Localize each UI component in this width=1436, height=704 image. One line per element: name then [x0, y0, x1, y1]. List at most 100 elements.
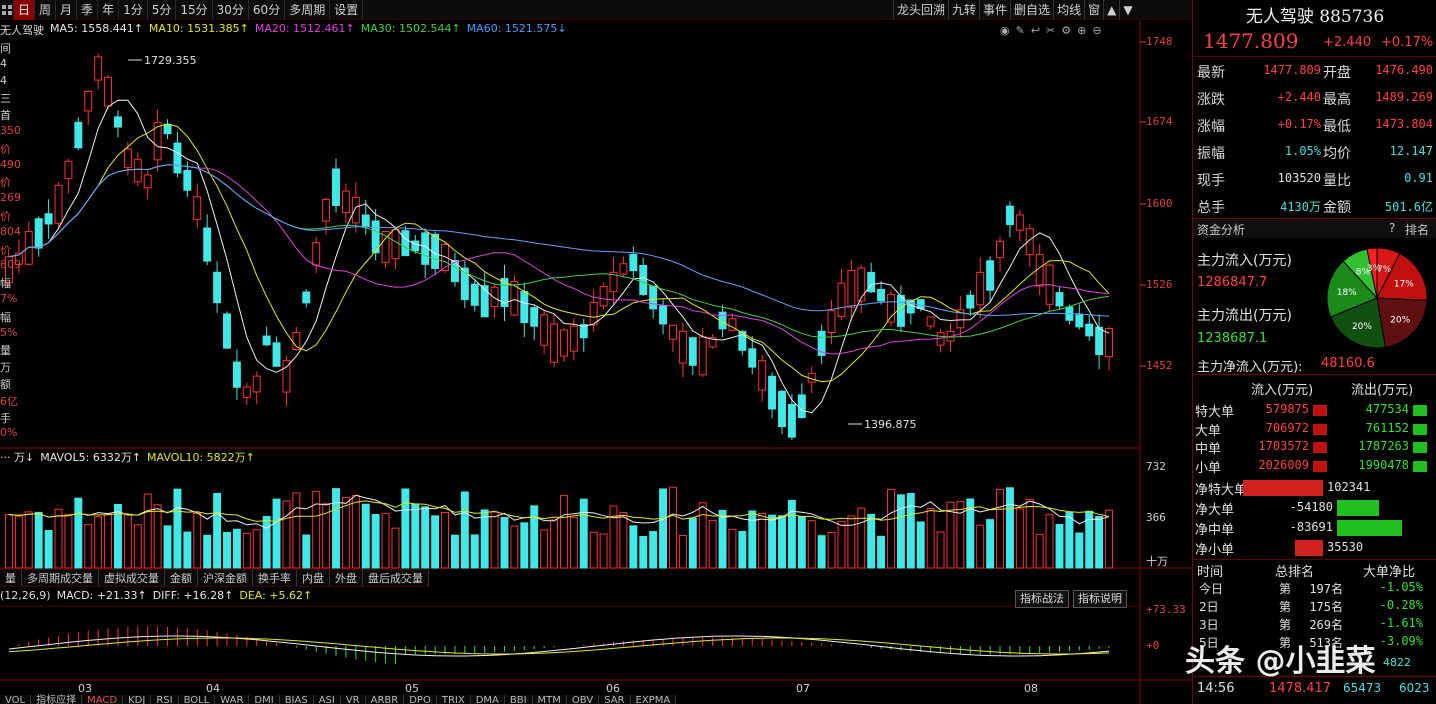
flow-in: 1703572: [1258, 439, 1309, 453]
net-flow-row: 净中单 -83691: [1193, 519, 1436, 538]
net-bar: [1295, 540, 1323, 556]
vol-legend: ··· 万↓ MAVOL5: 6332万↑ MAVOL10: 5822万↑: [0, 449, 255, 465]
volume-subtab[interactable]: 沪深金额: [198, 570, 253, 586]
period-tab[interactable]: 设置: [330, 0, 364, 20]
indicator-tab[interactable]: DMI: [249, 695, 280, 704]
stat-label: 最低: [1323, 119, 1351, 135]
rank-link[interactable]: 排名: [1405, 221, 1429, 238]
toolbar-right-button[interactable]: 事件: [979, 0, 1010, 20]
candle-body: [530, 307, 539, 327]
indicator-tab[interactable]: VOL: [0, 695, 32, 704]
period-tab[interactable]: 年: [98, 0, 120, 20]
period-tab[interactable]: 日: [14, 0, 36, 20]
candle-body: [916, 299, 925, 310]
toolbar-right-button[interactable]: 龙头回溯: [893, 0, 948, 20]
indicator-strategy-button[interactable]: 指标战法: [1015, 590, 1069, 608]
eye-icon[interactable]: ◉: [1000, 24, 1010, 37]
indicator-tab[interactable]: WAR: [215, 695, 250, 704]
left-strip-item: 幅: [0, 310, 11, 324]
volume-subtab[interactable]: 盘后成交量: [363, 570, 429, 586]
toolbar-right-button[interactable]: 窗: [1084, 0, 1103, 20]
rank-net: -1.61%: [1379, 616, 1423, 630]
period-tab[interactable]: 季: [77, 0, 99, 20]
ma-name: 无人驾驶: [0, 24, 44, 37]
volume-subtab[interactable]: 多周期成交量: [22, 570, 99, 586]
period-tab[interactable]: 60分: [249, 0, 286, 20]
tools-icon[interactable]: ✎: [1016, 24, 1025, 37]
period-tab[interactable]: 5分: [148, 0, 177, 20]
volume-bar: [589, 531, 598, 569]
vol-prefix: ··· 万↓: [0, 451, 35, 464]
candle-body: [520, 291, 529, 324]
period-tab[interactable]: 30分: [213, 0, 249, 20]
volume-bar: [24, 511, 33, 569]
return-icon[interactable]: ↩: [1031, 24, 1040, 37]
candle-body: [223, 313, 231, 349]
indicator-tab[interactable]: BOLL: [179, 695, 216, 704]
zoom-out-icon[interactable]: ⊖: [1092, 24, 1101, 37]
volume-subtab[interactable]: 换手率: [253, 570, 297, 586]
volume-bar: [906, 492, 915, 569]
toolbar-right-button[interactable]: 均线: [1053, 0, 1084, 20]
indicator-tab[interactable]: TRIX: [437, 695, 471, 704]
toolbar-right-button[interactable]: 删自选: [1010, 0, 1053, 20]
rank-position: 269名: [1309, 618, 1343, 632]
volume-bar: [896, 494, 905, 569]
period-tab[interactable]: 周: [35, 0, 57, 20]
candle-body: [361, 214, 370, 227]
candle-body: [966, 294, 975, 309]
indicator-help-button[interactable]: 指标说明: [1073, 590, 1127, 608]
net-label: 主力净流入(万元):: [1197, 360, 1303, 375]
scissors-icon[interactable]: ✂: [1046, 24, 1055, 37]
candle-body: [1055, 292, 1064, 307]
indicator-tab[interactable]: MTM: [533, 695, 567, 704]
main-in-label: 主力流入(万元): [1197, 253, 1292, 269]
net-value: 48160.6: [1321, 356, 1375, 371]
indicator-tab[interactable]: KDJ: [123, 695, 152, 704]
left-strip-item: 6亿: [0, 394, 18, 408]
grid-icon[interactable]: [0, 0, 14, 20]
ma60-label: MA60: 1521.575↓: [466, 22, 567, 35]
indicator-tab[interactable]: DMA: [471, 695, 505, 704]
indicator-tab[interactable]: 指标应择: [31, 695, 83, 704]
candle-body: [896, 294, 905, 327]
volume-subtab[interactable]: 金额: [165, 570, 198, 586]
indicator-tab[interactable]: ASI: [314, 695, 341, 704]
period-tab[interactable]: 1分: [119, 0, 148, 20]
volume-bar: [887, 489, 895, 569]
indicator-tab[interactable]: SAR: [599, 695, 631, 704]
help-icon[interactable]: ?: [1389, 221, 1395, 235]
volume-subtab[interactable]: 内盘: [297, 570, 330, 586]
rank-row: 今日 第 197名 -1.05%: [1193, 580, 1436, 598]
volume-subtab[interactable]: 量: [0, 570, 22, 586]
volume-bar: [936, 531, 945, 569]
indicator-tab[interactable]: BIAS: [280, 695, 314, 704]
ma-legend: 无人驾驶 MA5: 1558.441↑ MA10: 1531.385↑ MA20…: [0, 22, 567, 38]
scroll-down-icon[interactable]: ▼: [1119, 0, 1135, 20]
settings-icon[interactable]: ⚙: [1061, 24, 1071, 37]
indicator-tab[interactable]: DPO: [404, 695, 437, 704]
period-tab[interactable]: 月: [56, 0, 78, 20]
indicator-tab[interactable]: OBV: [567, 695, 600, 704]
indicator-tab[interactable]: VR: [341, 695, 366, 704]
volume-bar: [847, 515, 856, 569]
toolbar-right-button[interactable]: 九转: [948, 0, 979, 20]
volume-bar: [926, 508, 935, 569]
volume-subtab[interactable]: 外盘: [330, 570, 363, 586]
indicator-tab[interactable]: BBI: [505, 695, 533, 704]
left-strip-item: 269: [0, 191, 21, 205]
price-tick: 1748: [1146, 35, 1173, 48]
left-strip-item: 4: [0, 73, 7, 87]
candle-body: [837, 282, 846, 317]
volume-bar: [807, 520, 816, 569]
zoom-in-icon[interactable]: ⊕: [1077, 24, 1086, 37]
period-tab[interactable]: 15分: [176, 0, 213, 20]
period-tab[interactable]: 多周期: [285, 0, 331, 20]
indicator-tab[interactable]: ARBR: [366, 695, 405, 704]
volume-subtab[interactable]: 虚拟成交量: [99, 570, 165, 586]
stat-value: 1476.490: [1375, 63, 1433, 77]
indicator-tab[interactable]: RSI: [151, 695, 179, 704]
indicator-tab[interactable]: EXPMA: [631, 695, 677, 704]
scroll-up-icon[interactable]: ▲: [1103, 0, 1119, 20]
indicator-tab[interactable]: MACD: [82, 695, 124, 704]
